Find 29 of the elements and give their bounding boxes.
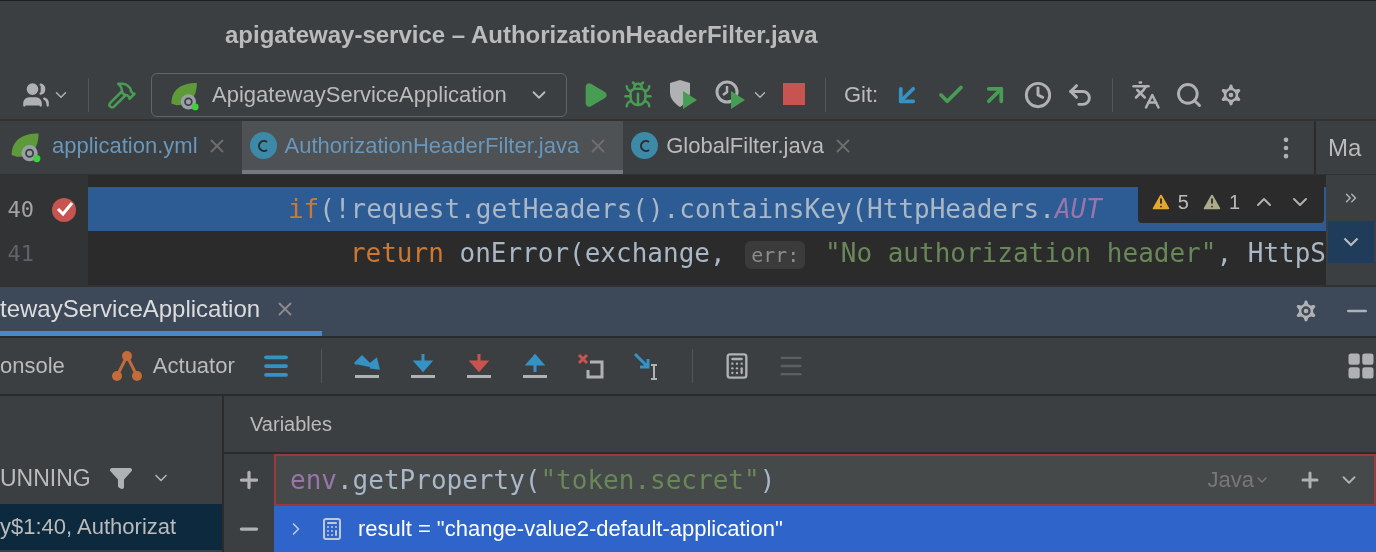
- warning-count[interactable]: 5: [1149, 190, 1189, 214]
- translate-icon[interactable]: [1131, 79, 1162, 110]
- class-icon: [249, 132, 277, 160]
- clock-icon[interactable]: [1024, 80, 1053, 109]
- code-line: if(!request.getHeaders().containsKey(HttpHeaders.AUT: [287, 194, 1102, 225]
- actuator-icon: [110, 350, 143, 383]
- step-over-icon[interactable]: [351, 352, 382, 381]
- drop-frame-icon[interactable]: [575, 352, 606, 381]
- editor-tab[interactable]: application.yml: [0, 121, 242, 175]
- window-title: apigateway-service – AuthorizationHeaderFilter.java: [225, 21, 818, 50]
- bug-icon[interactable]: [623, 79, 653, 110]
- stack-frame[interactable]: y$1:40, Authorizat: [0, 504, 222, 551]
- stop-icon[interactable]: [783, 82, 807, 107]
- table-icon: [320, 517, 344, 542]
- result-row[interactable]: result = "change-value2-default-application": [274, 506, 1376, 552]
- code-line: return onError(exchange, err: "No authorization header", HttpS: [349, 238, 1326, 269]
- filter-icon[interactable]: [108, 466, 133, 491]
- search-icon[interactable]: [1175, 80, 1204, 109]
- weak-warning-count[interactable]: 1: [1200, 190, 1240, 214]
- line-number: 40: [6, 196, 34, 222]
- chevron-down-icon: [1343, 237, 1359, 248]
- actuator-tab[interactable]: Actuator: [110, 350, 235, 383]
- run-config-dropdown[interactable]: ApigatewayServiceApplication: [151, 72, 567, 117]
- class-icon: [631, 132, 659, 160]
- thread-label: UNNING: [0, 464, 91, 492]
- editor-tab[interactable]: GlobalFilter.java: [623, 121, 868, 175]
- git-label: Git:: [844, 81, 879, 108]
- layout-icon[interactable]: [1346, 351, 1376, 382]
- console-tab[interactable]: onsole: [0, 353, 65, 380]
